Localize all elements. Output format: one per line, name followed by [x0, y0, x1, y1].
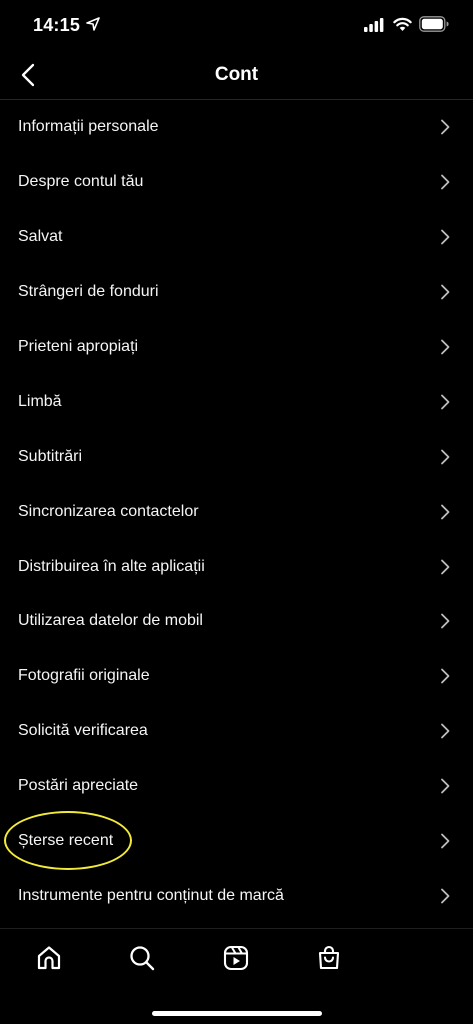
- nav-header: Cont: [0, 52, 473, 100]
- menu-item[interactable]: Strângeri de fonduri: [0, 265, 473, 320]
- menu-item[interactable]: Sincronizarea contactelor: [0, 484, 473, 539]
- chevron-right-icon: [441, 284, 450, 300]
- chevron-right-icon: [441, 668, 450, 684]
- menu-item-label: Strângeri de fonduri: [18, 283, 159, 301]
- wifi-icon: [393, 17, 412, 31]
- chevron-right-icon: [441, 723, 450, 739]
- menu-item-label: Salvat: [18, 228, 63, 246]
- home-tab[interactable]: [34, 943, 64, 973]
- menu-item[interactable]: Instrumente pentru conținut de marcă: [0, 868, 473, 923]
- battery-icon: [419, 16, 449, 32]
- menu-item-label: Utilizarea datelor de mobil: [18, 612, 203, 630]
- menu-item[interactable]: Solicită verificarea: [0, 704, 473, 759]
- chevron-right-icon: [441, 504, 450, 520]
- menu-item-label: Postări apreciate: [18, 777, 139, 795]
- menu-item[interactable]: Șterse recent: [0, 814, 473, 869]
- chevron-right-icon: [441, 614, 450, 629]
- chevron-right-icon: [441, 120, 450, 135]
- cellular-signal-icon: [364, 18, 384, 32]
- menu-item[interactable]: Distribuirea în alte aplicații: [0, 539, 473, 594]
- menu-item[interactable]: Fotografii originale: [0, 649, 473, 704]
- menu-item-label: Despre contul tău: [18, 173, 144, 191]
- home-icon: [37, 946, 61, 970]
- chevron-right-icon: [441, 778, 450, 794]
- shop-tab[interactable]: [314, 943, 344, 973]
- settings-menu-list: Informații personale Despre contul tău Sal…: [0, 100, 473, 923]
- page-title: Cont: [214, 64, 259, 85]
- chevron-right-icon: [441, 174, 450, 190]
- reels-tab[interactable]: [221, 943, 251, 973]
- menu-item[interactable]: Postări apreciate: [0, 759, 473, 814]
- menu-item[interactable]: Salvat: [0, 210, 473, 265]
- menu-item[interactable]: Limbă: [0, 374, 473, 429]
- shop-icon: [318, 945, 340, 970]
- chevron-right-icon: [441, 559, 450, 574]
- menu-item-label: Fotografii originale: [18, 667, 150, 685]
- menu-item-label: Prieteni apropiați: [18, 338, 139, 355]
- menu-item-label: Subtitrări: [18, 447, 83, 465]
- menu-item[interactable]: Subtitrări: [0, 429, 473, 484]
- menu-item[interactable]: Prieteni apropiați: [0, 320, 473, 375]
- home-indicator: [152, 1011, 322, 1016]
- status-time: 14:15: [33, 15, 81, 35]
- chevron-right-icon: [441, 888, 450, 904]
- status-bar: 14:15: [0, 0, 473, 52]
- location-arrow-icon: [86, 17, 100, 31]
- menu-item[interactable]: Informații personale: [0, 100, 473, 155]
- menu-item-label: Solicită verificarea: [18, 722, 148, 740]
- chevron-right-icon: [441, 449, 450, 465]
- menu-item[interactable]: Utilizarea datelor de mobil: [0, 594, 473, 649]
- search-tab[interactable]: [127, 943, 157, 973]
- bottom-nav-bar: [0, 928, 473, 1024]
- chevron-right-icon: [441, 339, 450, 355]
- chevron-right-icon: [441, 394, 450, 410]
- search-icon: [130, 946, 155, 971]
- chevron-right-icon: [441, 833, 450, 849]
- menu-item[interactable]: Despre contul tău: [0, 155, 473, 210]
- menu-item-label: Informații personale: [18, 118, 159, 136]
- chevron-right-icon: [441, 229, 450, 245]
- menu-item-label: Distribuirea în alte aplicații: [18, 557, 205, 575]
- reels-icon: [223, 945, 249, 971]
- menu-item-label: Limbă: [18, 392, 62, 410]
- menu-item-label: Instrumente pentru conținut de marcă: [18, 886, 284, 904]
- menu-item-label: Sincronizarea contactelor: [18, 502, 199, 520]
- menu-item-label: Șterse recent: [18, 832, 114, 850]
